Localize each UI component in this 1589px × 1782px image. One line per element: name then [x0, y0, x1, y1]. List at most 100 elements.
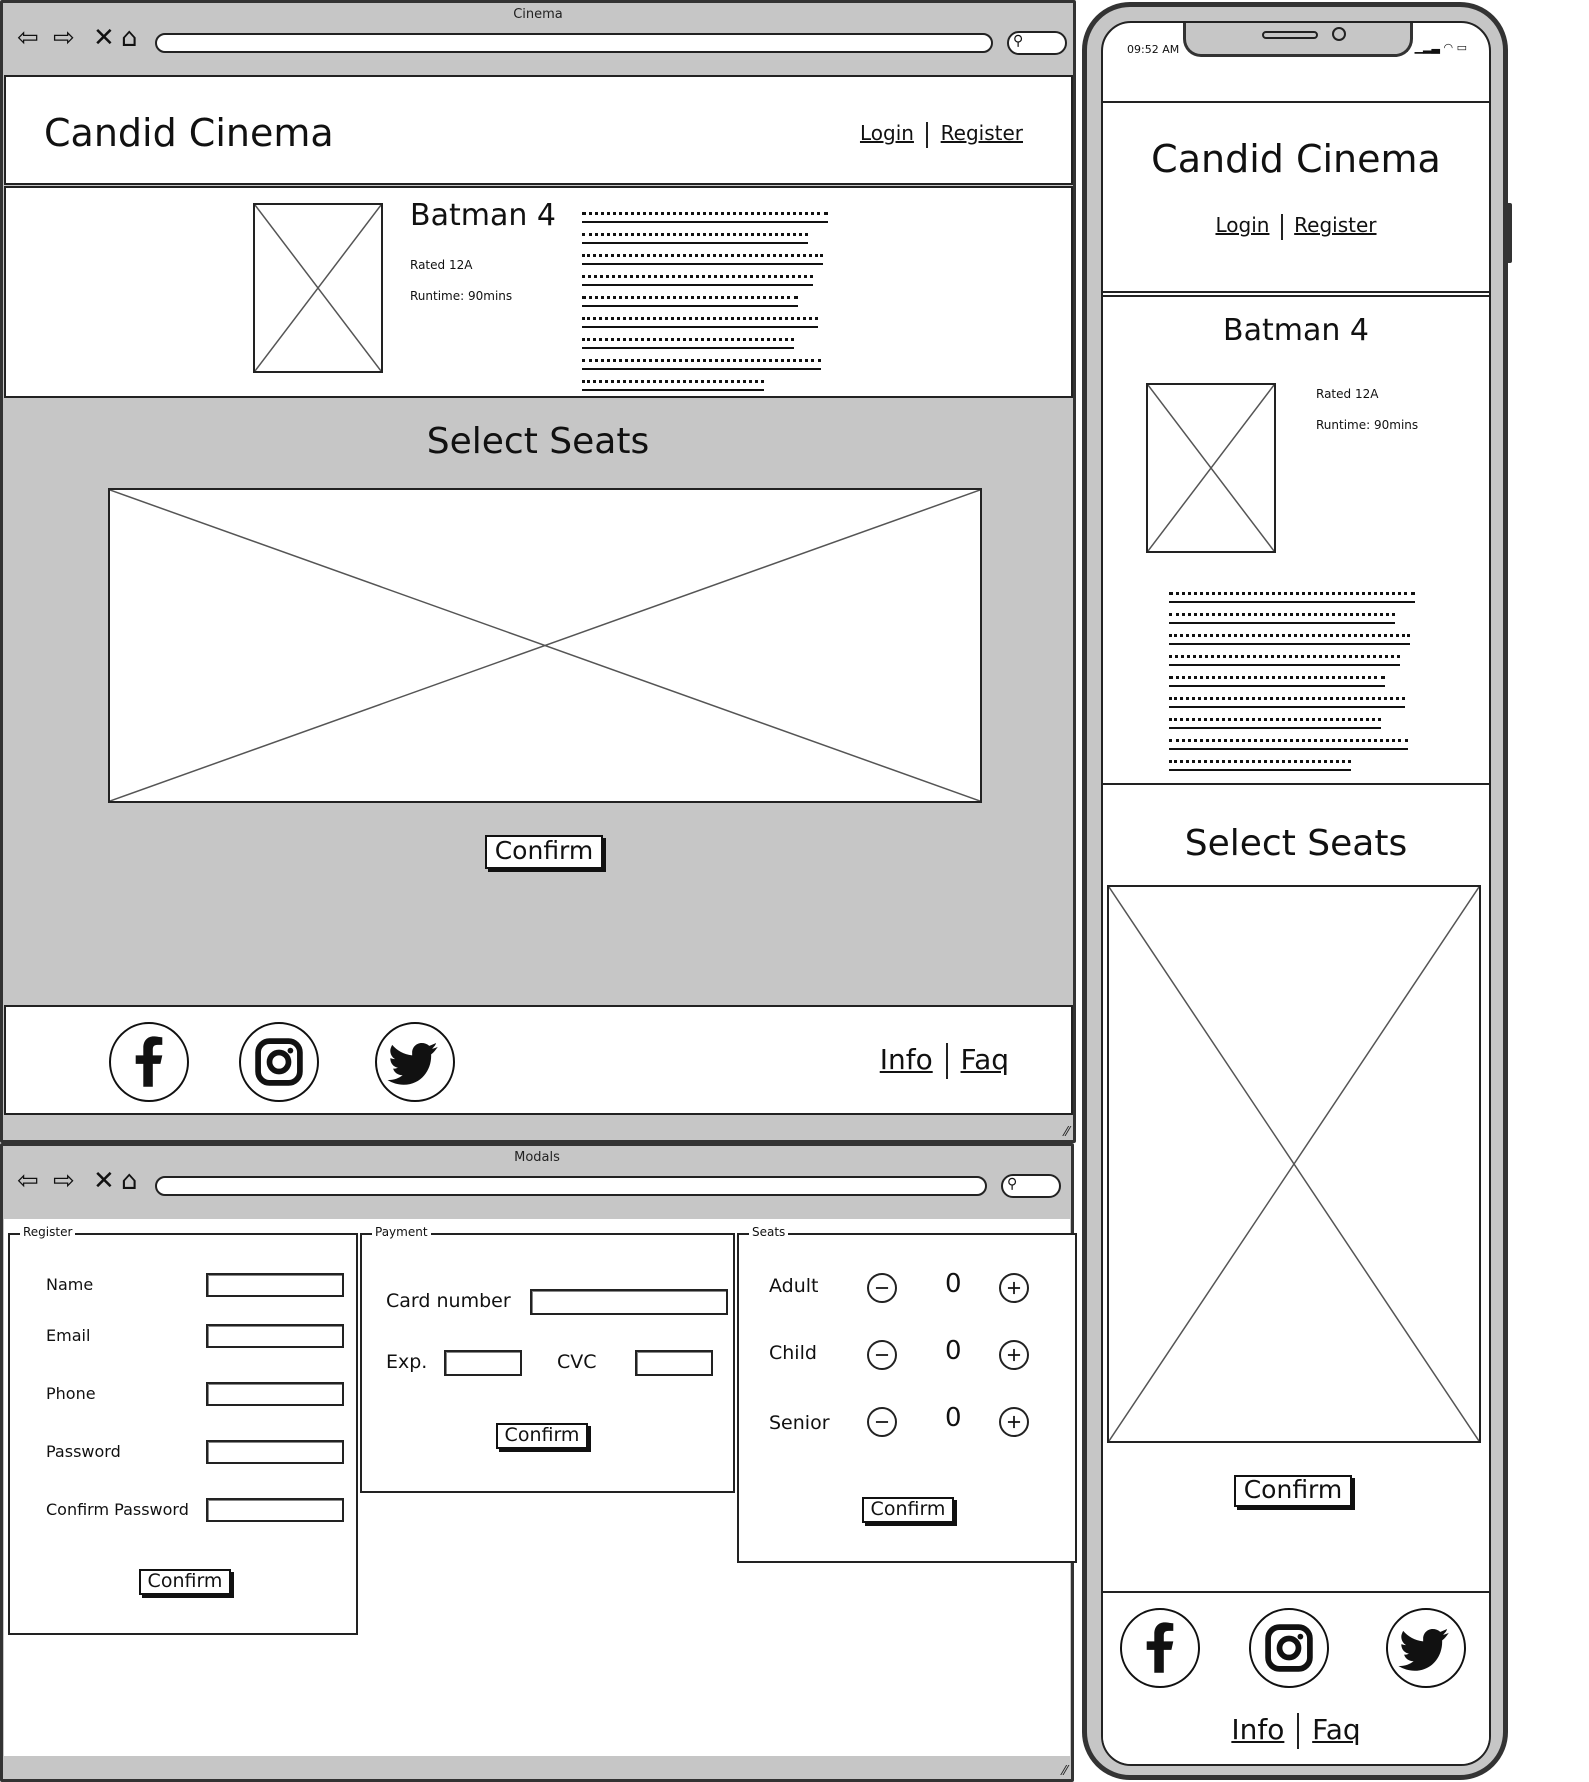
site-header: Candid Cinema Login Register — [4, 75, 1073, 185]
seat-map-placeholder[interactable] — [108, 488, 982, 803]
child-increment-button[interactable] — [999, 1340, 1029, 1370]
movie-poster-placeholder — [1146, 383, 1276, 553]
plus-icon — [1007, 1281, 1021, 1295]
plus-icon — [1007, 1415, 1021, 1429]
adult-label: Adult — [769, 1275, 819, 1297]
twitter-link[interactable] — [1386, 1608, 1466, 1688]
seats-confirm-button[interactable]: Confirm — [485, 835, 603, 869]
minus-icon — [875, 1421, 889, 1423]
phone-frame: 09:52 AM ▁▂▃ ◠ ▭ Candid Cinema Login Reg… — [1082, 2, 1512, 1780]
mobile-header: Candid Cinema Login Register — [1103, 101, 1489, 293]
phone-side-button — [1506, 203, 1512, 263]
register-confirm-button[interactable]: Confirm — [139, 1569, 231, 1595]
payment-legend: Payment — [372, 1225, 431, 1239]
adult-increment-button[interactable] — [999, 1273, 1029, 1303]
phone-label: Phone — [46, 1384, 96, 1403]
confirm-password-input[interactable] — [206, 1498, 344, 1522]
twitter-icon — [387, 1043, 438, 1085]
divider — [926, 121, 929, 148]
search-icon: ⚲ — [1013, 33, 1024, 49]
minus-icon — [875, 1287, 889, 1289]
seats-legend: Seats — [749, 1225, 789, 1239]
movie-title: Batman 4 — [410, 198, 556, 233]
password-label: Password — [46, 1442, 121, 1461]
phone-input[interactable] — [206, 1382, 344, 1406]
info-link[interactable]: Info — [1231, 1713, 1284, 1746]
cvc-input[interactable] — [635, 1350, 713, 1376]
name-label: Name — [46, 1275, 94, 1294]
wifi-icon: ◠ — [1443, 41, 1454, 54]
movie-rating: Rated 12A — [410, 258, 473, 272]
status-icons: ▁▂▃ ◠ ▭ — [1415, 41, 1467, 54]
divider — [1297, 1713, 1300, 1749]
card-number-input[interactable] — [530, 1289, 728, 1315]
modals-canvas: Register Name Email Phone Password Confi… — [4, 1219, 1077, 1756]
register-link[interactable]: Register — [1294, 213, 1376, 237]
forward-arrow-icon[interactable]: ⇨ — [53, 1168, 75, 1194]
seat-map-placeholder[interactable] — [1107, 885, 1481, 1443]
faq-link[interactable]: Faq — [961, 1043, 1009, 1076]
site-footer: Info Faq — [4, 1005, 1073, 1115]
home-icon[interactable]: ⌂ — [121, 1168, 138, 1194]
divider — [1280, 213, 1283, 240]
child-decrement-button[interactable] — [867, 1340, 897, 1370]
mobile-footer: Info Faq — [1103, 1591, 1489, 1764]
phone-screen: 09:52 AM ▁▂▃ ◠ ▭ Candid Cinema Login Reg… — [1101, 21, 1491, 1766]
instagram-icon — [255, 1038, 303, 1086]
senior-decrement-button[interactable] — [867, 1407, 897, 1437]
info-link[interactable]: Info — [880, 1043, 933, 1076]
register-link[interactable]: Register — [941, 121, 1023, 145]
modals-browser-window: Modals ⇦ ⇨ ✕ ⌂ ⚲ Register Name Email Pho… — [0, 1143, 1077, 1782]
back-arrow-icon[interactable]: ⇦ — [17, 25, 39, 51]
movie-poster-placeholder — [253, 203, 383, 373]
forward-arrow-icon[interactable]: ⇨ — [53, 25, 75, 51]
card-number-label: Card number — [386, 1290, 511, 1312]
address-bar[interactable] — [155, 1176, 987, 1196]
senior-count: 0 — [945, 1403, 962, 1433]
login-link[interactable]: Login — [860, 121, 914, 145]
footer-links: Info Faq — [880, 1043, 1009, 1079]
search-box[interactable]: ⚲ — [1001, 1174, 1061, 1198]
login-link[interactable]: Login — [1215, 213, 1269, 237]
close-icon[interactable]: ✕ — [93, 1168, 115, 1194]
brand-title: Candid Cinema — [44, 111, 334, 155]
divider — [945, 1043, 948, 1079]
name-input[interactable] — [206, 1273, 344, 1297]
instagram-link[interactable] — [239, 1022, 319, 1102]
back-arrow-icon[interactable]: ⇦ — [17, 1168, 39, 1194]
mobile-movie-section: Batman 4 Rated 12A Runtime: 90mins — [1103, 295, 1489, 785]
home-icon[interactable]: ⌂ — [121, 25, 138, 51]
address-bar[interactable] — [155, 33, 993, 53]
window-title: Cinema — [513, 7, 563, 22]
twitter-link[interactable] — [375, 1022, 455, 1102]
email-label: Email — [46, 1326, 91, 1345]
signal-icon: ▁▂▃ — [1414, 41, 1440, 54]
search-box[interactable]: ⚲ — [1007, 31, 1067, 55]
speaker-grille — [1262, 31, 1318, 39]
adult-decrement-button[interactable] — [867, 1273, 897, 1303]
child-label: Child — [769, 1342, 817, 1364]
faq-link[interactable]: Faq — [1312, 1713, 1360, 1746]
instagram-link[interactable] — [1249, 1608, 1329, 1688]
twitter-icon — [1398, 1629, 1449, 1671]
facebook-link[interactable] — [109, 1022, 189, 1102]
exp-input[interactable] — [444, 1350, 522, 1376]
senior-label: Senior — [769, 1412, 830, 1434]
front-camera — [1332, 27, 1346, 41]
payment-modal: Payment Card number Exp. CVC Confirm — [360, 1225, 735, 1493]
facebook-link[interactable] — [1120, 1608, 1200, 1688]
resize-grip-icon[interactable]: ⁄⁄ — [1063, 1764, 1067, 1779]
image-placeholder-icon — [1109, 887, 1479, 1441]
email-input[interactable] — [206, 1324, 344, 1348]
confirm-password-label: Confirm Password — [46, 1500, 189, 1519]
image-placeholder-icon — [110, 490, 980, 801]
minus-icon — [875, 1354, 889, 1356]
payment-confirm-button[interactable]: Confirm — [496, 1423, 588, 1449]
senior-increment-button[interactable] — [999, 1407, 1029, 1437]
seats-confirm-button[interactable]: Confirm — [1234, 1475, 1352, 1507]
seats-modal-confirm-button[interactable]: Confirm — [862, 1497, 954, 1523]
password-input[interactable] — [206, 1440, 344, 1464]
close-icon[interactable]: ✕ — [93, 25, 115, 51]
resize-grip-icon[interactable]: ⁄⁄ — [1065, 1125, 1069, 1140]
footer-links: Info Faq — [1103, 1713, 1489, 1749]
